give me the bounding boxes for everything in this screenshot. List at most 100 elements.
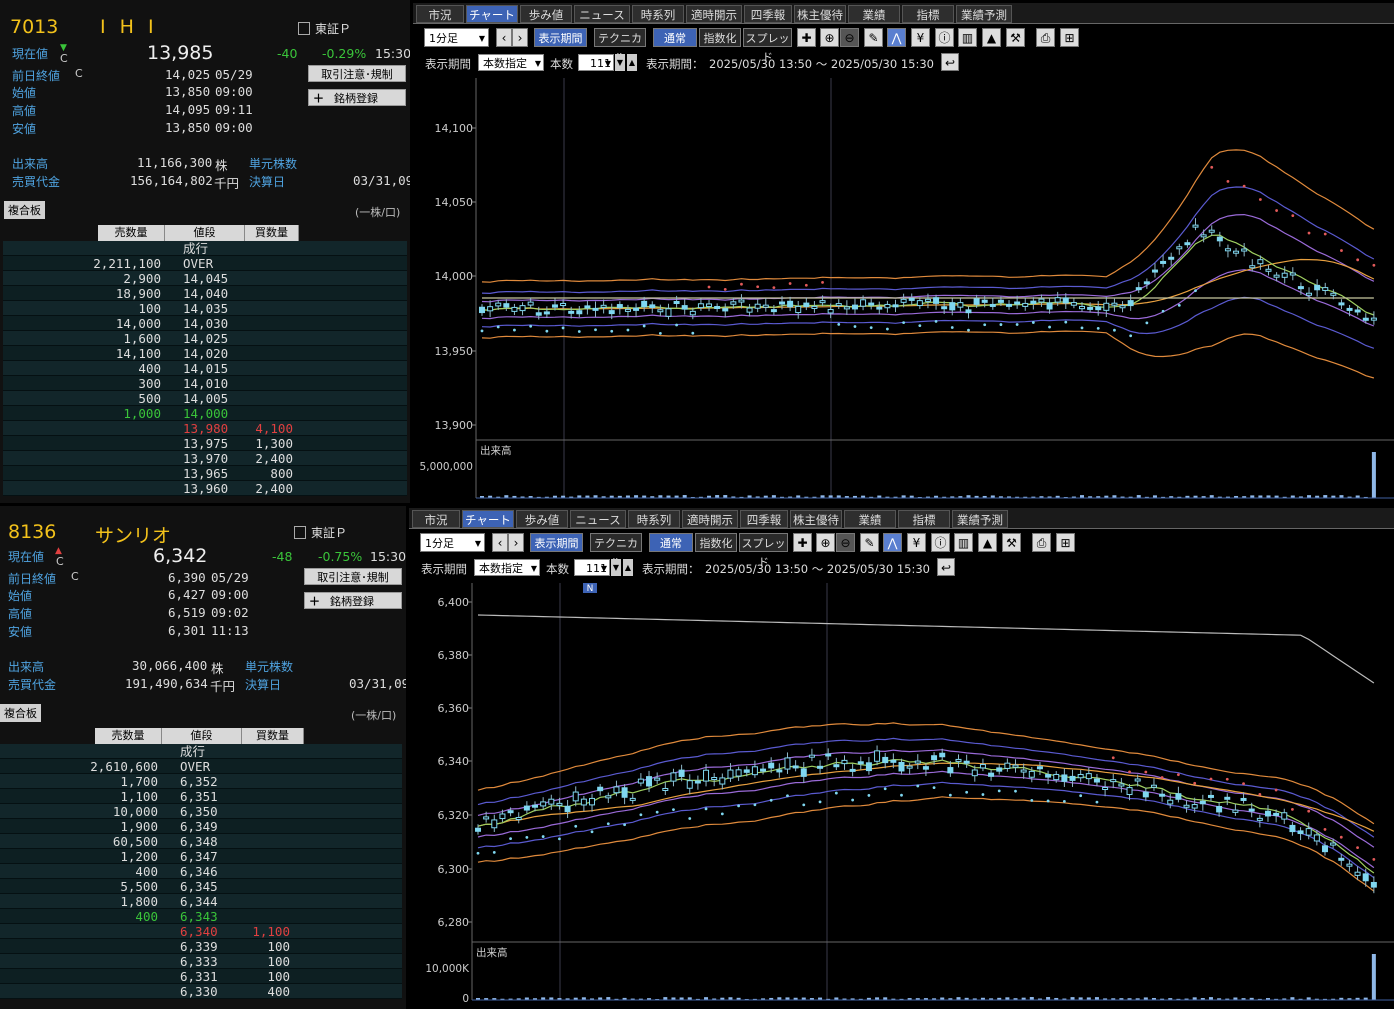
order-book-row[interactable]: 1,200 6,347 bbox=[0, 849, 402, 864]
order-book-tag[interactable]: 複合板 bbox=[4, 201, 45, 219]
stock-code[interactable]: 7013 bbox=[10, 16, 58, 38]
order-book-row[interactable]: 1,800 6,344 bbox=[0, 894, 402, 909]
period-mode-select[interactable]: 本数指定 bbox=[478, 54, 544, 72]
period-button[interactable]: 表示期間 bbox=[534, 28, 587, 47]
order-book-row[interactable]: 10,000 6,350 bbox=[0, 804, 402, 819]
order-book-row[interactable]: 13,965 800 bbox=[3, 466, 407, 481]
trading-rules-button[interactable]: 取引注意･規制 bbox=[308, 65, 406, 82]
tab-9[interactable]: 指標 bbox=[898, 510, 950, 528]
info-icon[interactable]: ⓘ bbox=[931, 533, 950, 552]
interval-select[interactable]: 1分足 bbox=[420, 533, 485, 553]
expand-icon[interactable]: ⊞ bbox=[1056, 533, 1075, 552]
count-down-icon[interactable]: ▼ bbox=[615, 54, 625, 71]
order-book-row[interactable]: 成行 bbox=[0, 744, 402, 759]
tab-8[interactable]: 業績 bbox=[844, 510, 896, 528]
period-mode-select[interactable]: 本数指定 bbox=[474, 559, 540, 577]
order-book-row[interactable]: 1,700 6,352 bbox=[0, 774, 402, 789]
order-book-row[interactable]: 6,333 100 bbox=[0, 954, 402, 969]
count-up-icon[interactable]: ▲ bbox=[627, 54, 637, 71]
spread-button[interactable]: スプレッド bbox=[743, 28, 792, 64]
tab-2[interactable]: 歩み値 bbox=[516, 510, 568, 528]
area-chart-icon[interactable]: ▲ bbox=[978, 533, 997, 552]
register-stock-button[interactable]: ＋銘柄登録 bbox=[304, 592, 402, 609]
price-chart-1[interactable]: 14,100 14,050 14,000 13,950 13,900 出来高 5,000,0… bbox=[413, 78, 1394, 503]
order-book-row[interactable]: 14,000 14,030 bbox=[3, 316, 407, 331]
yen-icon[interactable]: ¥ bbox=[907, 533, 926, 552]
print-icon[interactable]: ⎙ bbox=[1032, 533, 1051, 552]
order-book-row[interactable]: 400 6,346 bbox=[0, 864, 402, 879]
index-button[interactable]: 指数化 bbox=[695, 533, 737, 552]
tab-6[interactable]: 四季報 bbox=[740, 510, 788, 528]
return-icon[interactable]: ↩ bbox=[941, 53, 959, 71]
tab-7[interactable]: 株主優待 bbox=[790, 510, 842, 528]
zoom-out-icon[interactable]: ⊖ bbox=[840, 28, 859, 47]
order-book-row[interactable]: 2,610,600 OVER bbox=[0, 759, 402, 774]
order-book-row[interactable]: 1,100 6,351 bbox=[0, 789, 402, 804]
order-book-tag[interactable]: 複合板 bbox=[0, 704, 41, 722]
order-book-row[interactable]: 6,339 100 bbox=[0, 939, 402, 954]
tab-3[interactable]: ニュース bbox=[570, 510, 626, 528]
period-button[interactable]: 表示期間 bbox=[530, 533, 583, 552]
order-book-row[interactable]: 13,975 1,300 bbox=[3, 436, 407, 451]
interval-select[interactable]: 1分足 bbox=[424, 28, 489, 48]
order-book-row[interactable]: 6,340 1,100 bbox=[0, 924, 402, 939]
order-book-row[interactable]: 400 6,343 bbox=[0, 909, 402, 924]
normal-button[interactable]: 通常 bbox=[649, 533, 693, 552]
area-chart-icon[interactable]: ▲ bbox=[982, 28, 1001, 47]
prev-icon[interactable]: ‹ bbox=[496, 28, 512, 47]
index-button[interactable]: 指数化 bbox=[699, 28, 741, 47]
order-book-row[interactable]: 6,331 100 bbox=[0, 969, 402, 984]
prev-icon[interactable]: ‹ bbox=[492, 533, 508, 552]
tab-8[interactable]: 業績 bbox=[848, 5, 900, 23]
candle-icon[interactable]: ▥ bbox=[958, 28, 977, 47]
zoom-out-icon[interactable]: ⊖ bbox=[836, 533, 855, 552]
candle-icon[interactable]: ▥ bbox=[954, 533, 973, 552]
tab-7[interactable]: 株主優待 bbox=[794, 5, 846, 23]
order-book-row[interactable]: 500 14,005 bbox=[3, 391, 407, 406]
tab-1[interactable]: チャート bbox=[462, 510, 514, 528]
order-book-row[interactable]: 100 14,035 bbox=[3, 301, 407, 316]
tab-10[interactable]: 業績予測 bbox=[952, 510, 1008, 528]
order-book-row[interactable]: 13,980 4,100 bbox=[3, 421, 407, 436]
wrench-icon[interactable]: ⚒ bbox=[1006, 28, 1025, 47]
info-icon[interactable]: ⓘ bbox=[935, 28, 954, 47]
register-stock-button[interactable]: ＋銘柄登録 bbox=[308, 89, 406, 106]
tab-0[interactable]: 市況 bbox=[412, 510, 460, 528]
tab-10[interactable]: 業績予測 bbox=[956, 5, 1012, 23]
pencil-icon[interactable]: ✎ bbox=[864, 28, 883, 47]
spread-button[interactable]: スプレッド bbox=[739, 533, 788, 569]
tab-3[interactable]: ニュース bbox=[574, 5, 630, 23]
order-book-row[interactable]: 13,970 2,400 bbox=[3, 451, 407, 466]
document-icon[interactable] bbox=[294, 526, 306, 539]
zoom-in-icon[interactable]: ⊕ bbox=[816, 533, 835, 552]
crosshair-icon[interactable]: ✚ bbox=[797, 28, 816, 47]
order-book-row[interactable]: 5,500 6,345 bbox=[0, 879, 402, 894]
tab-2[interactable]: 歩み値 bbox=[520, 5, 572, 23]
trading-rules-button[interactable]: 取引注意･規制 bbox=[304, 568, 402, 585]
count-down-icon[interactable]: ▼ bbox=[611, 559, 621, 576]
order-book-row[interactable]: 成行 bbox=[3, 241, 407, 256]
expand-icon[interactable]: ⊞ bbox=[1060, 28, 1079, 47]
pencil-icon[interactable]: ✎ bbox=[860, 533, 879, 552]
order-book-row[interactable]: 14,100 14,020 bbox=[3, 346, 407, 361]
trend-icon[interactable]: ⋀ bbox=[883, 533, 902, 552]
yen-icon[interactable]: ¥ bbox=[911, 28, 930, 47]
order-book-row[interactable]: 1,600 14,025 bbox=[3, 331, 407, 346]
normal-button[interactable]: 通常 bbox=[653, 28, 697, 47]
order-book-row[interactable]: 300 14,010 bbox=[3, 376, 407, 391]
technical-button[interactable]: テクニカル bbox=[594, 28, 646, 64]
order-book-row[interactable]: 60,500 6,348 bbox=[0, 834, 402, 849]
tab-1[interactable]: チャート bbox=[466, 5, 518, 23]
count-input[interactable]: 111 bbox=[578, 54, 614, 72]
order-book-row[interactable]: 2,900 14,045 bbox=[3, 271, 407, 286]
count-input[interactable]: 111 bbox=[574, 559, 610, 577]
price-chart-2[interactable]: 6,400 6,380 6,360 6,340 6,320 6,300 6,280 出来高 10… bbox=[409, 583, 1394, 1009]
wrench-icon[interactable]: ⚒ bbox=[1002, 533, 1021, 552]
print-icon[interactable]: ⎙ bbox=[1036, 28, 1055, 47]
order-book-row[interactable]: 2,211,100 OVER bbox=[3, 256, 407, 271]
document-icon[interactable] bbox=[298, 22, 310, 35]
tab-5[interactable]: 適時開示 bbox=[682, 510, 738, 528]
next-icon[interactable]: › bbox=[512, 28, 528, 47]
order-book-row[interactable]: 18,900 14,040 bbox=[3, 286, 407, 301]
zoom-in-icon[interactable]: ⊕ bbox=[820, 28, 839, 47]
